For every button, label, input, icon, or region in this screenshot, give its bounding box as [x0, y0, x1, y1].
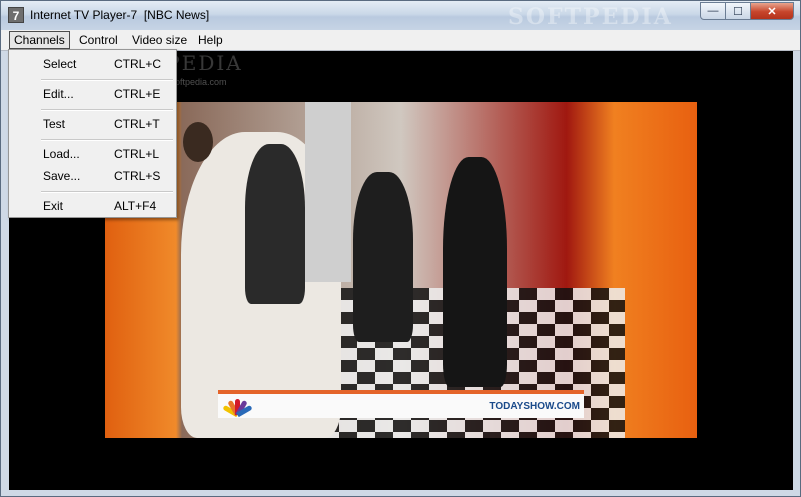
menu-channels[interactable]: Channels — [9, 31, 70, 49]
person-background — [245, 144, 305, 304]
app-icon[interactable]: 7 — [8, 7, 24, 23]
ticker-text: TODAYSHOW.COM — [489, 400, 580, 412]
mall-pillar — [305, 102, 351, 282]
menu-item-load[interactable]: Load... CTRL+L — [9, 143, 176, 165]
menu-item-label: Load... — [43, 147, 80, 161]
softpedia-watermark: SOFTPEDIA — [508, 4, 673, 30]
menu-help[interactable]: Help — [193, 32, 228, 48]
menu-separator — [41, 191, 173, 193]
person-dark-jacket — [353, 172, 413, 342]
news-ticker: TODAYSHOW.COM — [218, 390, 584, 418]
person-head — [183, 122, 213, 162]
menu-separator — [41, 79, 173, 81]
menu-item-select[interactable]: Select CTRL+C — [9, 53, 176, 75]
window-title: Internet TV Player-7 [NBC News] — [30, 8, 210, 22]
person-black-shirt — [443, 157, 507, 387]
menu-item-label: Test — [43, 117, 66, 131]
nbc-peacock-icon — [222, 397, 253, 418]
menu-item-shortcut: CTRL+E — [114, 87, 161, 101]
menu-control[interactable]: Control — [74, 32, 123, 48]
window-bottom-border — [1, 490, 800, 496]
menu-video-size[interactable]: Video size — [127, 32, 192, 48]
menu-item-shortcut: ALT+F4 — [114, 199, 157, 213]
menu-item-shortcut: CTRL+S — [114, 169, 161, 183]
maximize-button[interactable]: ☐ — [726, 2, 751, 20]
close-button[interactable]: ✕ — [751, 2, 794, 20]
menu-item-test[interactable]: Test CTRL+T — [9, 113, 176, 135]
menu-item-edit[interactable]: Edit... CTRL+E — [9, 83, 176, 105]
menu-bar: Channels Control Video size Help — [1, 30, 800, 51]
title-bar[interactable]: 7 Internet TV Player-7 [NBC News] SOFTPE… — [1, 1, 800, 30]
menu-item-exit[interactable]: Exit ALT+F4 — [9, 195, 176, 217]
minimize-button[interactable]: — — [700, 2, 726, 20]
menu-item-shortcut: CTRL+L — [114, 147, 160, 161]
menu-item-label: Save... — [43, 169, 81, 183]
menu-item-shortcut: CTRL+T — [114, 117, 160, 131]
menu-separator — [41, 109, 173, 111]
menu-item-label: Edit... — [43, 87, 74, 101]
menu-separator — [41, 139, 173, 141]
menu-item-shortcut: CTRL+C — [114, 57, 162, 71]
menu-item-label: Exit — [43, 199, 64, 213]
menu-item-label: Select — [43, 57, 77, 71]
menu-item-save[interactable]: Save... CTRL+S — [9, 165, 176, 187]
channels-dropdown-menu: Select CTRL+C Edit... CTRL+E Test CTRL+T… — [8, 49, 177, 218]
video-frame: TODAYSHOW.COM — [105, 102, 697, 438]
